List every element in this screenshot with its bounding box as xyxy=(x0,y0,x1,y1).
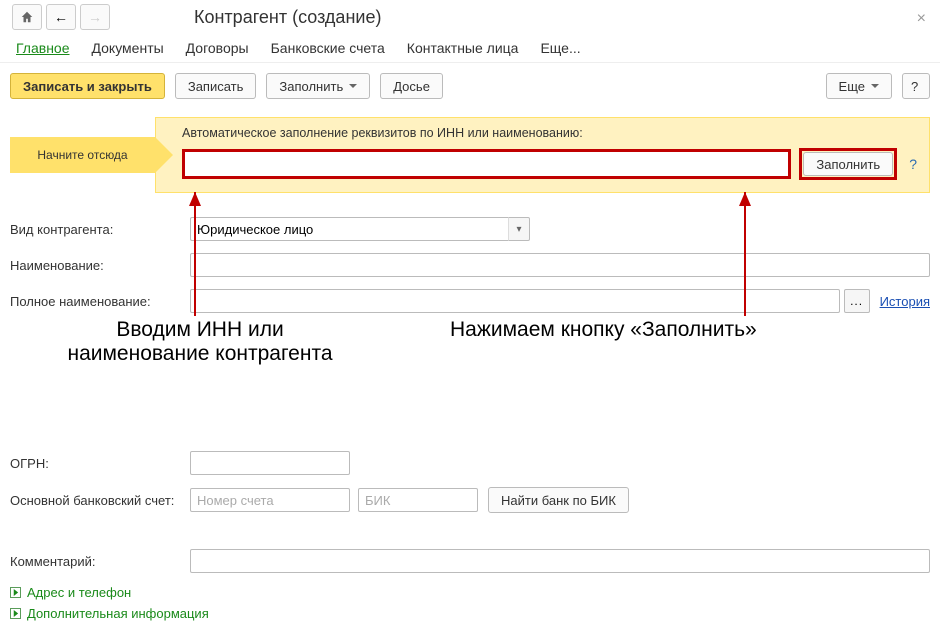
name-input[interactable] xyxy=(190,253,930,277)
forward-button[interactable]: → xyxy=(80,4,110,30)
form: Вид контрагента: ▾ Наименование: Полное … xyxy=(0,217,940,621)
expand-icon xyxy=(10,587,21,598)
bank-bic-input[interactable] xyxy=(358,488,478,512)
help-button[interactable]: ? xyxy=(902,73,930,99)
save-close-button[interactable]: Записать и закрыть xyxy=(10,73,165,99)
autofill-input[interactable] xyxy=(182,149,791,179)
chevron-down-icon: ▾ xyxy=(516,224,521,235)
tab-documents[interactable]: Документы xyxy=(92,40,164,56)
start-here-label: Начните отсюда xyxy=(37,148,127,162)
kind-select[interactable]: ▾ xyxy=(190,217,530,241)
annotation-right: Нажимаем кнопку «Заполнить» xyxy=(450,318,910,342)
section-extra[interactable]: Дополнительная информация xyxy=(10,606,930,621)
kind-dropdown-toggle[interactable]: ▾ xyxy=(508,217,530,241)
dossier-button[interactable]: Досье xyxy=(380,73,443,99)
fullname-label: Полное наименование: xyxy=(10,294,190,309)
start-here-arrow: Начните отсюда xyxy=(10,137,155,173)
tab-bank-accounts[interactable]: Банковские счета xyxy=(271,40,385,56)
annotation-left: Вводим ИНН или наименование контрагента xyxy=(60,318,340,366)
window-title: Контрагент (создание) xyxy=(194,7,381,28)
arrow-right-icon: → xyxy=(88,9,102,25)
history-link[interactable]: История xyxy=(880,294,930,309)
autofill-panel: Начните отсюда Автоматическое заполнение… xyxy=(10,107,930,207)
autofill-help-icon[interactable]: ? xyxy=(909,156,917,172)
fullname-input[interactable] xyxy=(190,289,840,313)
expand-icon xyxy=(10,608,21,619)
close-button[interactable]: × xyxy=(917,10,926,28)
toolbar: Записать и закрыть Записать Заполнить До… xyxy=(0,63,940,107)
home-icon xyxy=(20,10,34,24)
tab-more[interactable]: Еще... xyxy=(540,40,580,56)
bank-label: Основной банковский счет: xyxy=(10,493,190,508)
section-address-label: Адрес и телефон xyxy=(27,585,131,600)
fill-dropdown[interactable]: Заполнить xyxy=(266,73,370,99)
find-bank-button[interactable]: Найти банк по БИК xyxy=(488,487,629,513)
tab-contracts[interactable]: Договоры xyxy=(186,40,249,56)
comment-input[interactable] xyxy=(190,549,930,573)
back-button[interactable]: ← xyxy=(46,4,76,30)
section-address[interactable]: Адрес и телефон xyxy=(10,585,930,600)
home-button[interactable] xyxy=(12,4,42,30)
name-label: Наименование: xyxy=(10,258,190,273)
kind-label: Вид контрагента: xyxy=(10,222,190,237)
comment-label: Комментарий: xyxy=(10,554,190,569)
arrow-left-icon: ← xyxy=(54,9,68,25)
autofill-label: Автоматическое заполнение реквизитов по … xyxy=(182,126,917,140)
section-extra-label: Дополнительная информация xyxy=(27,606,209,621)
ogrn-input[interactable] xyxy=(190,451,350,475)
bank-account-input[interactable] xyxy=(190,488,350,512)
kind-input[interactable] xyxy=(190,217,508,241)
tab-contacts[interactable]: Контактные лица xyxy=(407,40,519,56)
ogrn-label: ОГРН: xyxy=(10,456,190,471)
fullname-ellipsis[interactable]: ... xyxy=(844,289,870,313)
more-dropdown[interactable]: Еще xyxy=(826,73,892,99)
tab-main[interactable]: Главное xyxy=(16,40,70,56)
tab-bar: Главное Документы Договоры Банковские сч… xyxy=(0,34,940,63)
save-button[interactable]: Записать xyxy=(175,73,257,99)
autofill-button[interactable]: Заполнить xyxy=(803,152,893,176)
